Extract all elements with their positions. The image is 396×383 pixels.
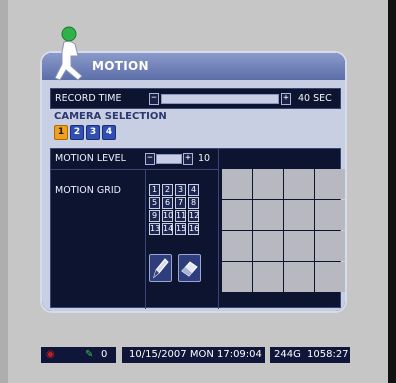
pencil-tool-button[interactable] bbox=[149, 254, 172, 282]
motion-level-decrease-button[interactable]: − bbox=[145, 153, 155, 165]
grid-number-button[interactable]: 11 bbox=[175, 210, 186, 222]
motion-level-value: 10 bbox=[198, 153, 211, 164]
dialog-title: MOTION bbox=[92, 59, 149, 73]
network-icon: ✎ bbox=[85, 349, 94, 360]
record-time-slider[interactable] bbox=[161, 94, 279, 104]
motion-person-icon bbox=[54, 26, 83, 81]
eraser-icon bbox=[181, 261, 198, 277]
screen-left-edge bbox=[0, 0, 8, 383]
grid-number-button[interactable]: 10 bbox=[162, 210, 173, 222]
motion-level-label: MOTION LEVEL bbox=[55, 153, 126, 164]
grid-number-button[interactable]: 13 bbox=[149, 223, 160, 235]
camera-selection-label: CAMERA SELECTION bbox=[54, 111, 167, 122]
motion-level-slider[interactable] bbox=[156, 154, 182, 164]
status-channel-box: ◉ ✎ 0 bbox=[40, 346, 117, 364]
grid-number-button[interactable]: 16 bbox=[188, 223, 199, 235]
motion-grid-label: MOTION GRID bbox=[55, 185, 121, 196]
motion-panel: MOTION LEVEL − + 10 MOTION GRID 1 2 3 4 … bbox=[50, 148, 345, 309]
status-storage-box: 244G 1058:27 bbox=[269, 346, 351, 364]
record-time-increase-button[interactable]: + bbox=[281, 93, 291, 105]
record-time-decrease-button[interactable]: − bbox=[149, 93, 159, 105]
grid-number-button[interactable]: 8 bbox=[188, 197, 199, 209]
record-time-row: RECORD TIME − + 40 SEC bbox=[50, 88, 341, 109]
status-storage: 244G bbox=[274, 349, 301, 360]
grid-number-button[interactable]: 4 bbox=[188, 184, 199, 196]
eraser-tool-button[interactable] bbox=[178, 254, 201, 282]
status-channel: 0 bbox=[101, 349, 108, 360]
screen-right-edge bbox=[388, 0, 396, 383]
camera-2-button[interactable]: 2 bbox=[70, 125, 84, 140]
motion-dialog: MOTION RECORD TIME − + 40 SEC CAMERA SEL… bbox=[40, 51, 347, 313]
record-time-label: RECORD TIME bbox=[55, 93, 122, 104]
grid-number-button[interactable]: 2 bbox=[162, 184, 173, 196]
grid-number-button[interactable]: 15 bbox=[175, 223, 186, 235]
grid-number-button[interactable]: 1 bbox=[149, 184, 160, 196]
grid-number-button[interactable]: 12 bbox=[188, 210, 199, 222]
grid-number-button[interactable]: 3 bbox=[175, 184, 186, 196]
camera-4-button[interactable]: 4 bbox=[102, 125, 116, 140]
grid-number-button[interactable]: 14 bbox=[162, 223, 173, 235]
grid-number-button[interactable]: 6 bbox=[162, 197, 173, 209]
motion-level-increase-button[interactable]: + bbox=[183, 153, 193, 165]
status-datetime: 10/15/2007 MON 17:09:04 bbox=[129, 349, 262, 360]
status-datetime-box: 10/15/2007 MON 17:09:04 bbox=[121, 346, 266, 364]
pencil-icon bbox=[153, 258, 169, 279]
status-time-remaining: 1058:27 bbox=[307, 349, 349, 360]
record-indicator-icon: ◉ bbox=[46, 349, 55, 360]
camera-1-button[interactable]: 1 bbox=[54, 125, 68, 140]
record-time-value: 40 SEC bbox=[298, 93, 332, 104]
grid-number-button[interactable]: 7 bbox=[175, 197, 186, 209]
grid-number-button[interactable]: 9 bbox=[149, 210, 160, 222]
camera-3-button[interactable]: 3 bbox=[86, 125, 100, 140]
grid-number-button[interactable]: 5 bbox=[149, 197, 160, 209]
